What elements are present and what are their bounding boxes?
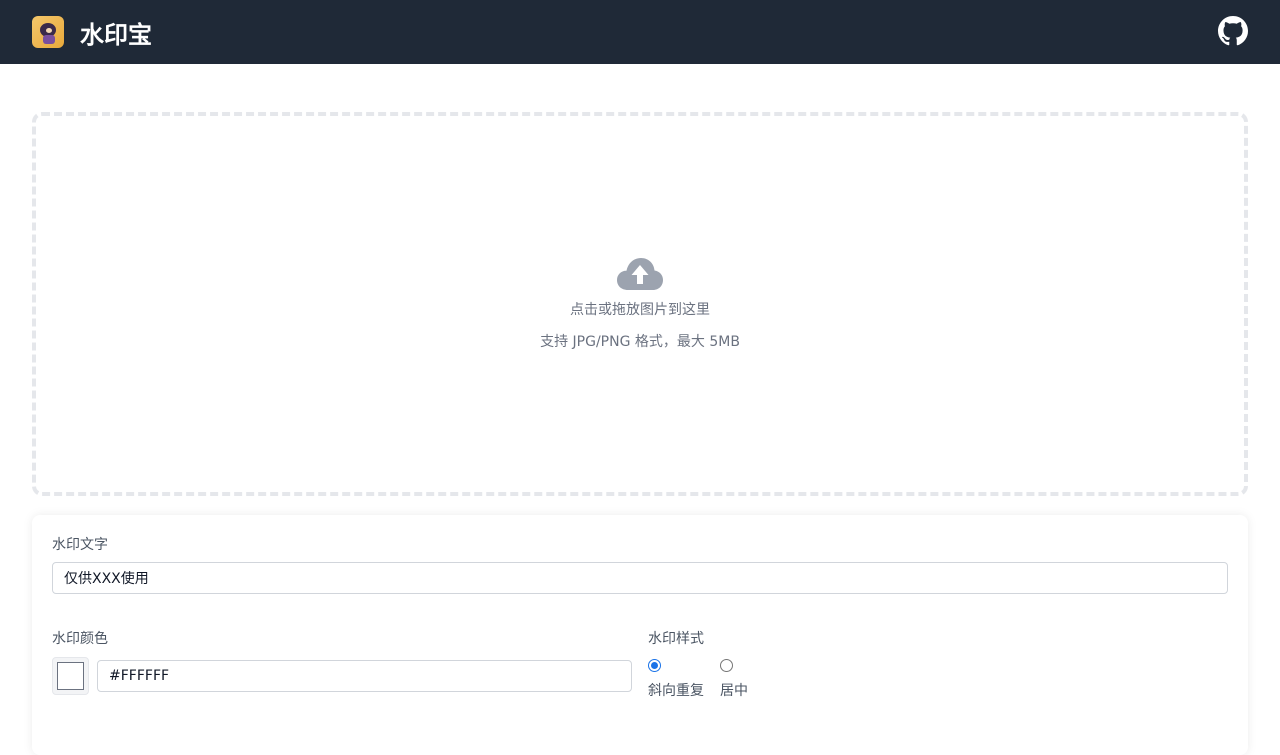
style-radio-center-label: 居中 (720, 683, 748, 699)
watermark-text-input[interactable] (52, 562, 1228, 594)
style-radio-diagonal[interactable] (648, 659, 661, 672)
upload-instruction: 点击或拖放图片到这里 (570, 302, 710, 318)
style-radio-diagonal-label: 斜向重复 (648, 683, 704, 699)
watermark-style-label: 水印样式 (648, 631, 704, 647)
upload-dropzone[interactable]: 点击或拖放图片到这里 支持 JPG/PNG 格式，最大 5MB (32, 112, 1248, 496)
settings-panel: 水印文字 水印颜色 水印样式 斜向重复 居中 (32, 515, 1248, 755)
cloud-upload-icon (617, 258, 663, 290)
color-picker[interactable] (52, 657, 89, 695)
style-radio-center[interactable] (720, 659, 733, 672)
app-logo (32, 16, 64, 48)
github-icon[interactable] (1218, 16, 1248, 46)
watermark-text-label: 水印文字 (52, 537, 108, 553)
app-title: 水印宝 (80, 20, 152, 49)
watermark-color-label: 水印颜色 (52, 631, 108, 647)
color-hex-input[interactable] (97, 660, 632, 692)
app-header: 水印宝 (0, 0, 1280, 64)
color-swatch (57, 662, 84, 690)
upload-format-hint: 支持 JPG/PNG 格式，最大 5MB (540, 334, 740, 350)
